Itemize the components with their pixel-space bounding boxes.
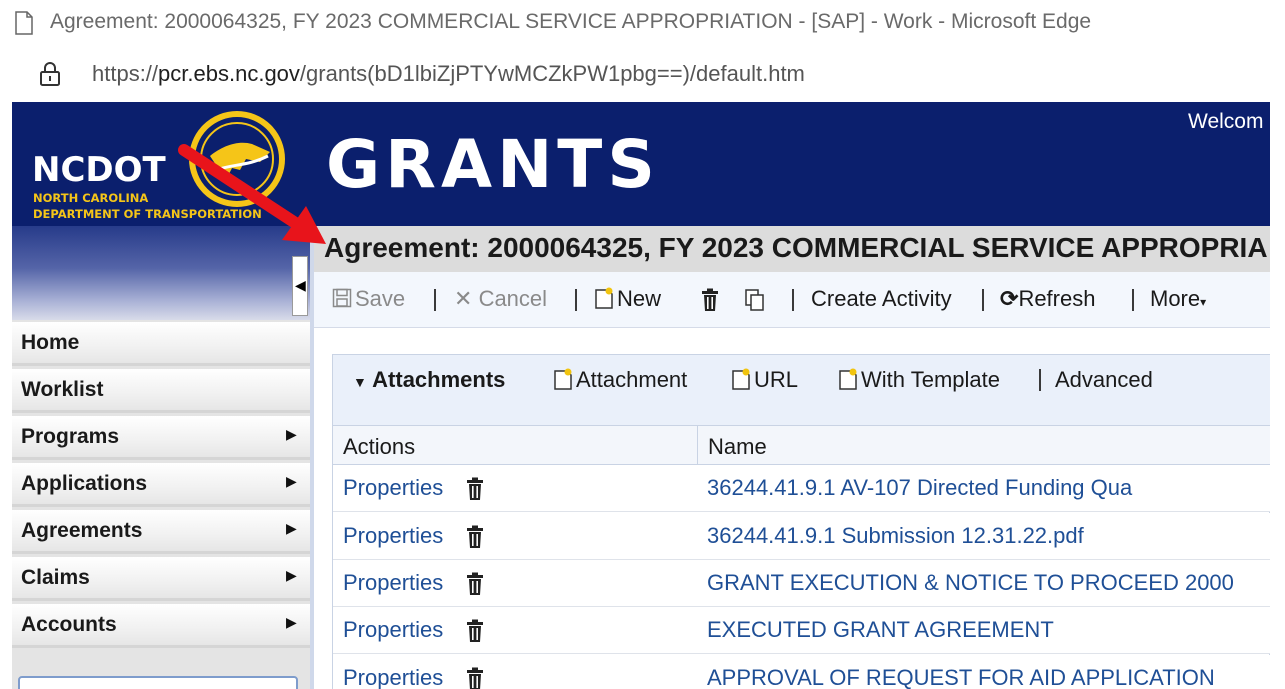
chevron-down-icon: ▾ (1200, 295, 1207, 309)
toolbar: Save ✕ Cancel New Create Activity ⟳Refre… (314, 272, 1270, 328)
sidebar-item-label: Accounts (21, 613, 117, 636)
sidebar-item-label: Claims (21, 566, 90, 589)
ncdot-seal-icon (189, 111, 285, 207)
browser-title-bar: Agreement: 2000064325, FY 2023 COMMERCIA… (0, 0, 1285, 48)
add-with-template-button[interactable]: With Template (838, 367, 1000, 393)
sidebar-item-worklist[interactable]: Worklist (12, 369, 310, 413)
attachments-toggle[interactable]: ▼ Attachments (353, 367, 505, 393)
attachments-header: ▼ Attachments Attachment URL With Templa… (333, 355, 1270, 425)
logo-subtitle-state: NORTH CAROLINA (33, 191, 149, 205)
chevron-right-icon: ▶ (286, 567, 297, 583)
column-header-actions[interactable]: Actions (343, 434, 415, 460)
close-icon: ✕ (454, 286, 473, 311)
logo-subtitle-dept: DEPARTMENT OF TRANSPORTATION (33, 207, 262, 221)
trash-icon[interactable] (465, 477, 485, 501)
app-title: GRANTS (326, 126, 660, 203)
attachment-name-link[interactable]: APPROVAL OF REQUEST FOR AID APPLICATION (707, 665, 1215, 689)
lock-icon[interactable] (38, 61, 62, 87)
new-button[interactable]: New (594, 286, 661, 312)
new-document-icon (595, 287, 613, 309)
sidebar-item-accounts[interactable]: Accounts ▶ (12, 604, 310, 648)
properties-link[interactable]: Properties (343, 665, 443, 689)
copy-icon[interactable] (744, 288, 766, 312)
sidebar-item-claims[interactable]: Claims ▶ (12, 557, 310, 601)
sidebar-item-label: Applications (21, 472, 148, 495)
main-content: Agreement: 2000064325, FY 2023 COMMERCIA… (314, 226, 1270, 689)
toolbar-separator (792, 289, 794, 311)
sidebar-item-programs[interactable]: Programs ▶ (12, 416, 310, 460)
toolbar-separator (1132, 289, 1134, 311)
trash-icon[interactable] (465, 619, 485, 643)
sidebar-item-label: Home (21, 331, 80, 354)
trash-icon[interactable] (465, 572, 485, 596)
table-row: Properties APPROVAL OF REQUEST FOR AID A… (333, 655, 1270, 689)
properties-link[interactable]: Properties (343, 570, 443, 596)
trash-icon[interactable] (465, 525, 485, 549)
sidebar-item-label: Agreements (21, 519, 143, 542)
create-activity-button[interactable]: Create Activity (811, 286, 952, 312)
column-header-name[interactable]: Name (708, 434, 767, 460)
toolbar-separator (434, 289, 436, 311)
sidebar-collapse-button[interactable]: ◀ (292, 256, 308, 316)
app-header: NCDOT NORTH CAROLINA DEPARTMENT OF TRANS… (12, 102, 1270, 226)
window-title: Agreement: 2000064325, FY 2023 COMMERCIA… (50, 10, 1092, 33)
sidebar-item-label: Programs (21, 425, 120, 448)
attachment-name-link[interactable]: GRANT EXECUTION & NOTICE TO PROCEED 2000 (707, 570, 1234, 596)
new-document-icon (839, 368, 857, 390)
sidebar-banner (12, 226, 310, 320)
new-document-icon (732, 368, 750, 390)
column-divider (697, 426, 698, 466)
cancel-button[interactable]: ✕ Cancel (454, 286, 547, 312)
properties-link[interactable]: Properties (343, 617, 443, 643)
trash-icon[interactable] (465, 667, 485, 689)
welcome-text: Welcom (1188, 110, 1264, 133)
new-document-icon (554, 368, 572, 390)
sidebar: ◀ Home Worklist Programs ▶ Applications … (12, 226, 310, 689)
table-header: Actions Name (333, 425, 1270, 466)
ncdot-logo-text: NCDOT (32, 150, 166, 190)
table-row: Properties 36244.41.9.1 Submission 12.31… (333, 513, 1270, 560)
refresh-icon: ⟳ (1000, 286, 1019, 311)
url-text[interactable]: https://pcr.ebs.nc.gov/grants(bD1lbiZjPT… (92, 61, 805, 87)
page-title-bar: Agreement: 2000064325, FY 2023 COMMERCIA… (314, 226, 1270, 272)
chevron-right-icon: ▶ (286, 473, 297, 489)
table-row: Properties 36244.41.9.1 AV-107 Directed … (333, 465, 1270, 512)
attachment-name-link[interactable]: EXECUTED GRANT AGREEMENT (707, 617, 1054, 643)
sidebar-item-home[interactable]: Home (12, 322, 310, 366)
advanced-button[interactable]: Advanced (1055, 367, 1153, 393)
sidebar-item-label: Worklist (21, 378, 104, 401)
add-url-button[interactable]: URL (731, 367, 798, 393)
floppy-disk-icon (332, 288, 352, 308)
toolbar-separator (1039, 369, 1041, 391)
add-attachment-button[interactable]: Attachment (553, 367, 687, 393)
table-row: Properties EXECUTED GRANT AGREEMENT (333, 607, 1270, 654)
refresh-button[interactable]: ⟳Refresh (1000, 286, 1095, 312)
chevron-right-icon: ▶ (286, 614, 297, 630)
toolbar-separator (982, 289, 984, 311)
chevron-right-icon: ▶ (286, 426, 297, 442)
attachment-name-link[interactable]: 36244.41.9.1 Submission 12.31.22.pdf (707, 523, 1084, 549)
table-row: Properties GRANT EXECUTION & NOTICE TO P… (333, 560, 1270, 607)
toolbar-separator (575, 289, 577, 311)
more-menu-button[interactable]: More▾ (1150, 286, 1206, 312)
address-bar[interactable]: https://pcr.ebs.nc.gov/grants(bD1lbiZjPT… (0, 48, 1285, 102)
sidebar-item-applications[interactable]: Applications ▶ (12, 463, 310, 507)
chevron-right-icon: ▶ (286, 520, 297, 536)
page-icon (15, 11, 33, 35)
caret-down-icon: ▼ (353, 374, 367, 390)
save-button[interactable]: Save (332, 286, 405, 312)
properties-link[interactable]: Properties (343, 523, 443, 549)
attachment-name-link[interactable]: 36244.41.9.1 AV-107 Directed Funding Qua (707, 475, 1132, 501)
chevron-left-icon: ◀ (295, 277, 306, 293)
sidebar-search-input[interactable] (18, 676, 298, 689)
page-title: Agreement: 2000064325, FY 2023 COMMERCIA… (324, 232, 1268, 263)
properties-link[interactable]: Properties (343, 475, 443, 501)
delete-icon[interactable] (700, 288, 720, 312)
sidebar-item-agreements[interactable]: Agreements ▶ (12, 510, 310, 554)
attachments-panel: ▼ Attachments Attachment URL With Templa… (332, 354, 1270, 689)
